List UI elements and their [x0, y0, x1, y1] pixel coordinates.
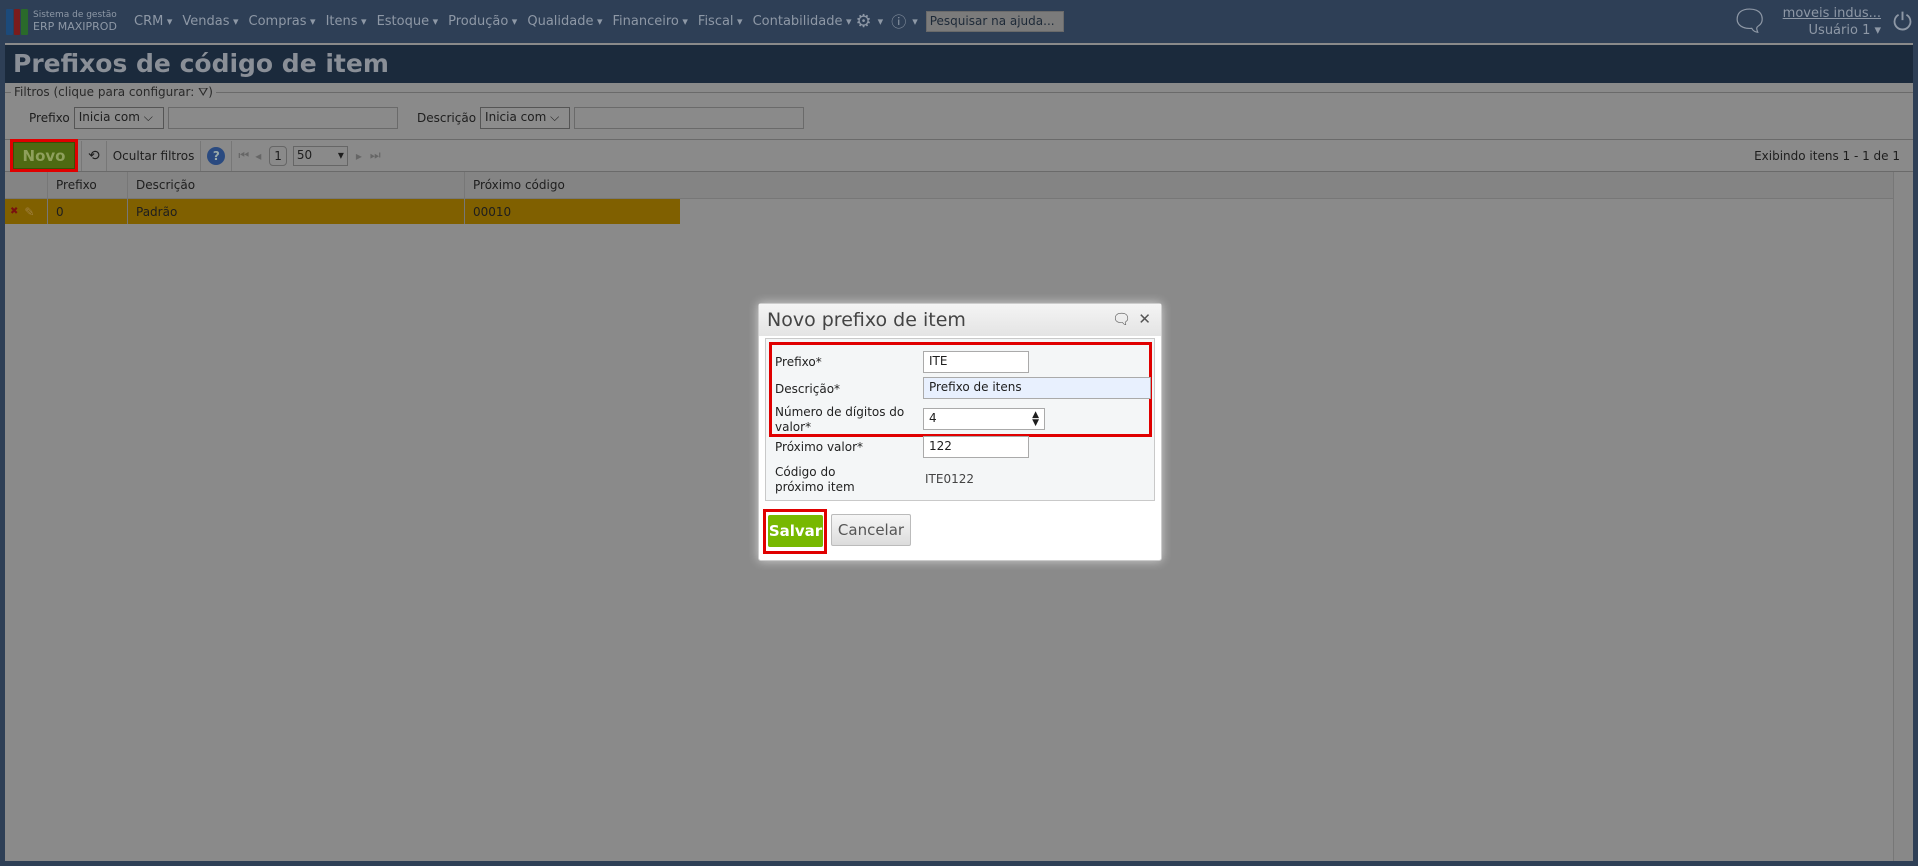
prefixo-label: Prefixo* [775, 355, 822, 369]
hide-filters-button[interactable]: Ocultar filtros [113, 149, 195, 163]
column-descricao[interactable]: Descrição [128, 172, 465, 198]
logo-icon [6, 8, 29, 35]
column-proximo-codigo[interactable]: Próximo código [465, 172, 1893, 198]
company-link[interactable]: moveis indus... [1783, 6, 1881, 21]
prefixo-filter-input[interactable] [167, 107, 398, 129]
grid-header: Prefixo Descrição Próximo código [5, 172, 1893, 199]
menu-producao[interactable]: Produção [448, 14, 517, 29]
column-prefixo[interactable]: Prefixo [48, 172, 128, 198]
cell-proximo-codigo: 00010 [473, 204, 512, 219]
novo-button[interactable]: Novo [10, 139, 78, 172]
next-page-icon[interactable]: ▸ [356, 149, 362, 163]
logo[interactable]: Sistema de gestão ERP MAXIPROD [6, 8, 134, 35]
gear-icon[interactable]: ⚙ [856, 11, 872, 32]
logo-line2: ERP MAXIPROD [33, 19, 117, 33]
menu-crm[interactable]: CRM [134, 14, 172, 29]
vertical-scrollbar[interactable] [1893, 172, 1914, 864]
chat-icon[interactable]: 🗨 [1731, 4, 1769, 39]
menu-estoque[interactable]: Estoque [377, 14, 439, 29]
page-title: Prefixos de código de item [5, 45, 1914, 83]
prefixo-operator-select[interactable]: Inicia com [73, 107, 164, 129]
codigo-proximo-value: ITE0122 [925, 472, 974, 486]
user-menu[interactable]: Usuário 1 ▾ [1783, 23, 1881, 38]
descricao-input[interactable]: Prefixo de itens [923, 377, 1151, 399]
proximo-valor-input[interactable]: 122 [923, 436, 1029, 458]
menu-fiscal[interactable]: Fiscal [698, 14, 743, 29]
descricao-label: Descrição* [775, 382, 841, 396]
user-name: Usuário 1 [1808, 22, 1871, 38]
digitos-label: Número de dígitos do valor* [775, 405, 905, 434]
menu-financeiro[interactable]: Financeiro [613, 14, 688, 29]
prev-page-icon[interactable]: ◂ [255, 149, 261, 163]
digitos-stepper[interactable]: 4 ▲ ▼ [923, 408, 1045, 430]
close-icon[interactable]: ✕ [1138, 310, 1151, 328]
proximo-valor-label: Próximo valor* [775, 440, 864, 454]
last-page-icon[interactable]: ⏭ [370, 148, 381, 163]
cancel-button[interactable]: Cancelar [831, 514, 911, 546]
prefixo-input[interactable]: ITE [923, 351, 1029, 373]
descricao-filter-input[interactable] [574, 107, 805, 129]
chevron-down-icon[interactable]: ▾ [878, 15, 884, 28]
help-search-input[interactable]: Pesquisar na ajuda... [925, 11, 1064, 32]
help-icon[interactable]: ⓘ [891, 11, 906, 32]
cell-prefixo: 0 [48, 199, 128, 224]
dialog-title: Novo prefixo de item [767, 309, 966, 331]
first-page-icon[interactable]: ⏮ [238, 148, 249, 163]
help-icon[interactable]: ? [207, 146, 226, 165]
dialog-form: Prefixo* ITE Descrição* Prefixo de itens… [765, 338, 1155, 501]
edit-icon[interactable]: ✎ [24, 205, 34, 219]
menu-vendas[interactable]: Vendas [182, 14, 238, 29]
descricao-filter-label: Descrição [417, 111, 477, 125]
codigo-proximo-label: Código do próximo item [775, 465, 855, 494]
prefixo-filter-label: Prefixo [29, 111, 70, 125]
page-size-select[interactable]: 50 ▾ [292, 145, 348, 166]
menu-compras[interactable]: Compras [249, 14, 316, 29]
delete-icon[interactable]: ✖ [10, 206, 18, 217]
save-button[interactable]: Salvar [768, 515, 823, 547]
top-navigation-bar: Sistema de gestãoERP MAXIPROD CRM Vendas… [0, 0, 1918, 43]
main-menu: CRM Vendas Compras Itens Estoque Produçã… [134, 11, 922, 32]
menu-itens[interactable]: Itens [326, 14, 367, 29]
menu-qualidade[interactable]: Qualidade [527, 14, 602, 29]
refresh-icon[interactable]: ⟲ [88, 148, 100, 164]
filters-legend[interactable]: Filtros (clique para configurar: ⛛) [11, 85, 216, 100]
chevron-down-icon[interactable]: ▾ [912, 15, 918, 28]
grid-toolbar: Novo ⟲ Ocultar filtros ? ⏮ ◂ 1 50 ▾ ▸ ⏭ E… [5, 139, 1914, 172]
page-number[interactable]: 1 [269, 145, 287, 166]
prefix-grid: Prefixo Descrição Próximo código ✖ ✎ 0 Pa… [5, 172, 1893, 224]
descricao-operator-select[interactable]: Inicia com [480, 107, 571, 129]
power-icon[interactable]: ⏻ [1893, 8, 1912, 36]
cell-descricao: Padrão [128, 199, 465, 224]
filter-icon[interactable]: ⛛ [198, 85, 208, 99]
stepper-icon: ▲ ▼ [1032, 410, 1039, 428]
filters-panel: Filtros (clique para configurar: ⛛) Pref… [5, 85, 1914, 138]
comment-icon[interactable]: 🗨 [1112, 310, 1131, 328]
items-count: Exibindo itens 1 - 1 de 1 [1754, 148, 1900, 163]
new-prefix-dialog: Novo prefixo de item 🗨 ✕ Prefixo* ITE De… [758, 303, 1162, 561]
menu-contabilidade[interactable]: Contabilidade [753, 14, 852, 29]
table-row[interactable]: ✖ ✎ 0 Padrão 00010 [5, 199, 680, 224]
